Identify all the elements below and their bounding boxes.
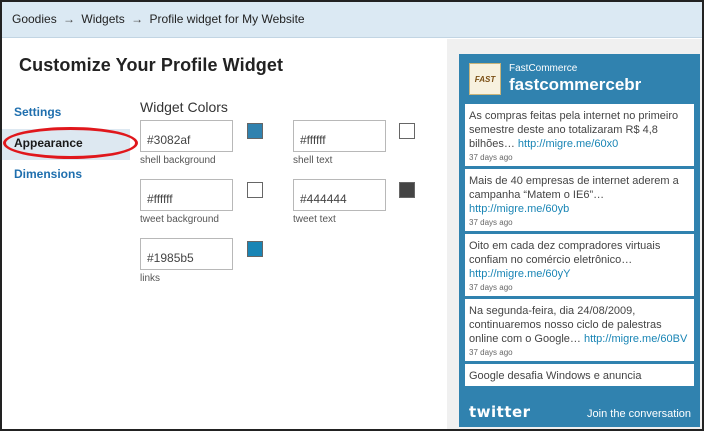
breadcrumb: Goodies → Widgets → Profile widget for M… [2,2,702,38]
tweet-text-swatch[interactable] [399,182,415,198]
widget-profile-name: FastCommerce [509,63,578,74]
tweet-list[interactable]: As compras feitas pela internet no prime… [465,104,694,398]
sidebar-nav: Settings Appearance Dimensions [2,98,130,191]
tweet-text-label: tweet text [293,214,336,225]
tweet-text: Google desafia Windows e anuncia [469,370,642,382]
shell-background-label: shell background [140,155,216,166]
widget-header: FAST FastCommerce fastcommercebr [459,54,700,102]
profile-widget-preview: FAST FastCommerce fastcommercebr As comp… [459,54,700,427]
links-label: links [140,273,161,284]
sidebar-item-settings[interactable]: Settings [2,98,130,129]
shell-background-input[interactable] [140,120,233,152]
breadcrumb-separator: → [63,12,76,26]
widget-profile-handle[interactable]: fastcommercebr [509,75,641,95]
browser-frame: Goodies → Widgets → Profile widget for M… [0,0,704,431]
twitter-logo-icon[interactable]: twitter [469,403,531,421]
shell-background-swatch[interactable] [247,123,263,139]
breadcrumb-goodies[interactable]: Goodies [12,12,57,26]
tweet-link[interactable]: http://migre.me/60yY [469,268,571,280]
tweet-link[interactable]: http://migre.me/60yb [469,203,569,215]
fastcommerce-logo-icon: FAST [469,63,501,95]
join-conversation-link[interactable]: Join the conversation [587,408,691,420]
tweet-background-swatch[interactable] [247,182,263,198]
tweet-background-label: tweet background [140,214,219,225]
tweet-link[interactable]: http://migre.me/60x0 [518,138,618,150]
tweet-item: As compras feitas pela internet no prime… [465,104,694,166]
widget-colors-heading: Widget Colors [140,99,228,115]
tweet-timestamp[interactable]: 37 days ago [469,152,690,163]
tweet-item: Google desafia Windows e anuncia [465,364,694,386]
breadcrumb-widgets[interactable]: Widgets [81,12,124,26]
tweet-item: Oito em cada dez compradores virtuais co… [465,234,694,296]
tweet-text: Oito em cada dez compradores virtuais co… [469,240,661,266]
tweet-timestamp[interactable]: 37 days ago [469,347,690,358]
sidebar-item-appearance[interactable]: Appearance [2,129,130,160]
sidebar-item-dimensions[interactable]: Dimensions [2,160,130,191]
links-input[interactable] [140,238,233,270]
tweet-timestamp[interactable]: 37 days ago [469,217,690,228]
page-title: Customize Your Profile Widget [19,55,284,75]
breadcrumb-current: Profile widget for My Website [149,12,305,26]
widget-footer: twitter Join the conversation [459,400,700,427]
shell-text-label: shell text [293,155,333,166]
tweet-text: Mais de 40 empresas de internet aderem a… [469,175,679,201]
tweet-text-input[interactable] [293,179,386,211]
links-swatch[interactable] [247,241,263,257]
shell-text-input[interactable] [293,120,386,152]
tweet-item: Na segunda-feira, dia 24/08/2009, contin… [465,299,694,361]
shell-text-swatch[interactable] [399,123,415,139]
tweet-timestamp[interactable]: 37 days ago [469,282,690,293]
breadcrumb-separator: → [131,12,144,26]
tweet-background-input[interactable] [140,179,233,211]
tweet-link[interactable]: http://migre.me/60BV [584,333,687,345]
tweet-item: Mais de 40 empresas de internet aderem a… [465,169,694,231]
